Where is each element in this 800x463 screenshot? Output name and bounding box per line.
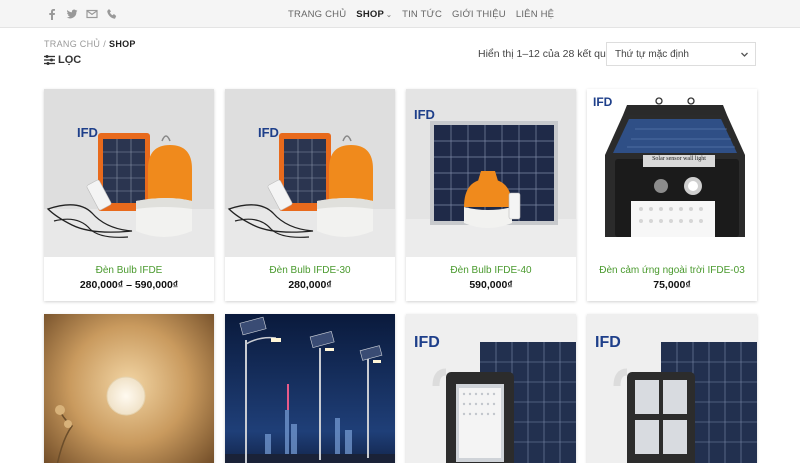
product-card[interactable]: IFD Đèn Bulb IFDE 280,000₫ – 590,000₫: [44, 89, 214, 301]
product-printed-label: Solar sensor wall light: [652, 156, 706, 162]
chevron-down-icon: ⌄: [386, 12, 393, 19]
breadcrumb-current: SHOP: [109, 39, 136, 49]
nav-item-shop[interactable]: SHOP ⌄: [356, 9, 392, 20]
product-name[interactable]: Đèn Bulb IFDE: [44, 265, 214, 277]
product-info: Đèn Bulb IFDE 280,000₫ – 590,000₫: [44, 257, 214, 301]
product-name[interactable]: Đèn Bulb IFDE-40: [406, 265, 576, 277]
brand-logo: IFD: [258, 125, 279, 140]
product-price: 280,000₫ – 590,000₫: [79, 279, 179, 291]
brand-logo: IFD: [595, 334, 621, 351]
twitter-icon[interactable]: [66, 8, 78, 20]
product-image[interactable]: IFD: [587, 314, 757, 463]
product-info: Đèn cảm ứng ngoài trời IFDE-03 75,000₫: [587, 257, 757, 301]
main-nav: TRANG CHỦ SHOP ⌄ TIN TỨC GIỚI THIỆU LIÊN …: [288, 9, 564, 20]
brand-logo: IFD: [77, 125, 98, 140]
shop-page: TRANG CHỦ / SHOP LỌC Hiển thị 1–12 của 28 …: [0, 28, 800, 463]
product-image[interactable]: IFD: [406, 314, 576, 463]
phone-icon[interactable]: [106, 8, 118, 20]
product-card[interactable]: [225, 314, 395, 463]
social-links: [46, 8, 118, 20]
brand-logo: IFD: [593, 95, 613, 109]
nav-item-about[interactable]: GIỚI THIỆU: [452, 9, 506, 20]
brand-logo: IFD: [414, 334, 440, 351]
product-card[interactable]: IFD Solar sensor wall light Đèn cảm ứng …: [587, 89, 757, 301]
product-card[interactable]: [44, 314, 214, 463]
product-name[interactable]: Đèn cảm ứng ngoài trời IFDE-03: [587, 265, 757, 277]
top-bar: TRANG CHỦ SHOP ⌄ TIN TỨC GIỚI THIỆU LIÊN …: [0, 0, 800, 28]
filter-icon: [44, 55, 55, 65]
nav-item-news[interactable]: TIN TỨC: [402, 9, 442, 20]
product-price: 590,000₫: [469, 279, 513, 291]
nav-item-shop-label: SHOP: [356, 9, 385, 20]
facebook-icon[interactable]: [46, 8, 58, 20]
product-image[interactable]: [225, 314, 395, 463]
product-card[interactable]: IFD Đèn Bulb IFDE-40 590,000₫: [406, 89, 576, 301]
product-image[interactable]: IFD Solar sensor wall light: [587, 89, 757, 257]
product-card[interactable]: IFD: [406, 314, 576, 463]
sort-selected: Thứ tự mặc định: [615, 49, 689, 60]
filter-label: LỌC: [58, 54, 82, 66]
result-count: Hiển thị 1–12 của 28 kết quả: [478, 48, 612, 60]
product-price: 280,000₫: [288, 279, 332, 291]
sort-select[interactable]: Thứ tự mặc định: [606, 42, 756, 66]
product-price: 75,000₫: [653, 279, 691, 291]
breadcrumb: TRANG CHỦ / SHOP: [44, 39, 136, 49]
nav-item-home[interactable]: TRANG CHỦ: [288, 9, 346, 20]
nav-item-contact[interactable]: LIÊN HỆ: [516, 9, 554, 20]
product-name[interactable]: Đèn Bulb IFDE-30: [225, 265, 395, 277]
product-card[interactable]: IFD: [587, 314, 757, 463]
chevron-down-icon: [741, 52, 748, 57]
filter-button[interactable]: LỌC: [44, 54, 81, 66]
brand-logo: IFD: [414, 107, 435, 122]
product-image[interactable]: [44, 314, 214, 463]
product-image[interactable]: IFD: [406, 89, 576, 257]
email-icon[interactable]: [86, 8, 98, 20]
product-info: Đèn Bulb IFDE-30 280,000₫: [225, 257, 395, 301]
product-info: Đèn Bulb IFDE-40 590,000₫: [406, 257, 576, 301]
product-card[interactable]: IFD Đèn Bulb IFDE-30 280,000₫: [225, 89, 395, 301]
product-image[interactable]: IFD: [44, 89, 214, 257]
breadcrumb-home[interactable]: TRANG CHỦ: [44, 39, 100, 49]
product-image[interactable]: IFD: [225, 89, 395, 257]
breadcrumb-separator: /: [103, 39, 107, 49]
